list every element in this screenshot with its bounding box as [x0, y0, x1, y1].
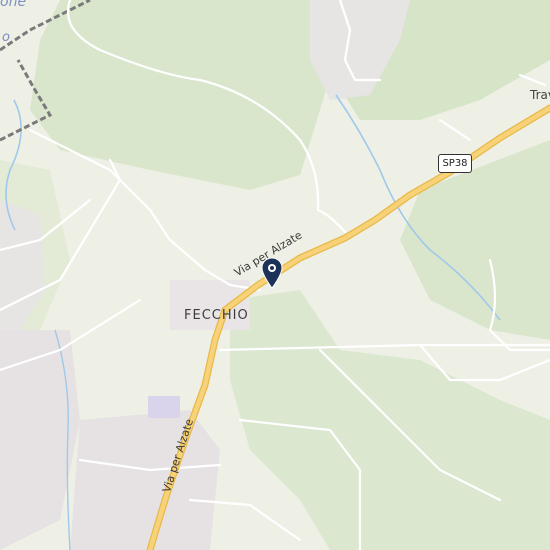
place-label-fecchio: FECCHIO [184, 308, 249, 323]
map-view[interactable]: one o FECCHIO SP38 Trav Via per Alzate V… [0, 0, 550, 550]
location-pin-icon[interactable] [261, 257, 283, 289]
route-shield-sp38: SP38 [438, 154, 472, 173]
partial-place-label-top: one [0, 0, 27, 10]
edge-partial-label: Trav [530, 88, 550, 102]
partial-place-label-left: o [2, 30, 10, 45]
